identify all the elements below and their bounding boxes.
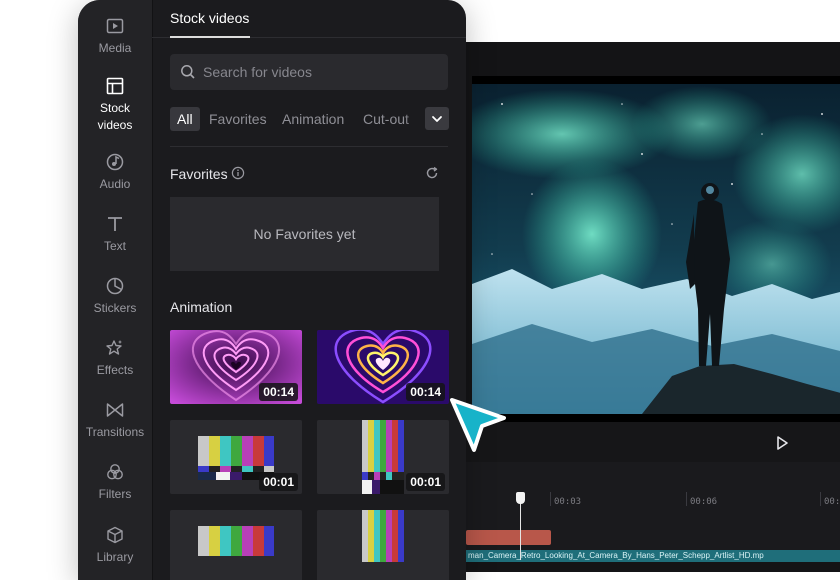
text-icon [108, 217, 122, 231]
rail-item-stock-videos[interactable]: Stock videos [78, 76, 152, 134]
rail-label: Transitions [85, 425, 145, 439]
animation-clip[interactable]: 00:14 [317, 330, 449, 404]
audio-icon [106, 153, 124, 171]
divider [170, 146, 448, 147]
ruler-tick [686, 492, 687, 506]
transitions-icon [106, 403, 124, 417]
animation-clip[interactable]: 00:01 [170, 420, 302, 494]
color-bars-vertical-thumbnail [317, 510, 449, 580]
more-categories-button[interactable] [425, 107, 449, 130]
refresh-icon[interactable] [425, 166, 439, 180]
playhead-line [520, 500, 521, 560]
stickers-icon [106, 277, 124, 295]
animation-clip[interactable] [317, 510, 449, 580]
animation-clip[interactable] [170, 510, 302, 580]
color-bars-thumbnail [170, 510, 302, 580]
rail-label: Media [98, 41, 132, 55]
animation-clip[interactable]: 00:14 [170, 330, 302, 404]
animation-heading: Animation [170, 299, 233, 315]
rail-item-media[interactable]: Media [78, 16, 152, 57]
rail-item-stickers[interactable]: Stickers [78, 276, 152, 317]
info-icon[interactable] [231, 166, 245, 180]
stock-videos-icon [106, 77, 124, 95]
stock-videos-window: Media Stock videos Audio Text Stickers E… [78, 0, 466, 580]
favorites-heading: Favorites [170, 166, 228, 182]
media-icon [106, 18, 124, 34]
category-cut-out[interactable]: Cut-out T [363, 107, 409, 131]
animation-clip[interactable]: 00:01 [317, 420, 449, 494]
category-animation[interactable]: Animation [282, 107, 344, 131]
rail-item-audio[interactable]: Audio [78, 152, 152, 193]
rail-label: Library [96, 550, 134, 564]
ruler-label: 00:0 [824, 497, 840, 507]
active-tab-indicator [170, 36, 250, 38]
rail-label: Effects [96, 363, 134, 377]
rail-label: Text [103, 239, 126, 253]
category-all[interactable]: All [170, 107, 200, 131]
chevron-down-icon [432, 116, 442, 122]
rail-label: Stickers [93, 301, 137, 315]
filters-icon [107, 464, 123, 480]
rail-item-transitions[interactable]: Transitions [78, 400, 152, 441]
clip-duration: 00:01 [259, 473, 298, 491]
rail-item-text[interactable]: Text [78, 214, 152, 255]
audio-clip[interactable] [466, 530, 551, 545]
rail-item-filters[interactable]: Filters [78, 462, 152, 503]
aurora-preview-frame [472, 84, 840, 414]
rail-label: Audio [99, 177, 131, 191]
timeline[interactable] [440, 462, 840, 560]
clip-duration: 00:01 [406, 473, 445, 491]
ruler-tick [820, 492, 821, 506]
chips-fade [404, 105, 426, 133]
library-icon [107, 526, 123, 544]
rail-label: videos [97, 118, 133, 132]
rail-label: Stock [99, 101, 130, 115]
rail-item-effects[interactable]: Effects [78, 338, 152, 379]
panel-title: Stock videos [170, 10, 250, 26]
clip-duration: 00:14 [259, 383, 298, 401]
clip-duration: 00:14 [406, 383, 445, 401]
video-clip[interactable]: man_Camera_Retro_Looking_At_Camera_By_Ha… [466, 550, 840, 562]
ruler-label: 00:03 [554, 497, 582, 507]
search-icon [181, 65, 195, 79]
cursor-pointer-icon [450, 398, 506, 452]
ruler-label: 00:06 [690, 497, 718, 507]
category-favorites[interactable]: Favorites [209, 107, 267, 131]
search-input[interactable] [170, 54, 448, 90]
ruler-tick [550, 492, 551, 506]
rail-label: Filters [98, 487, 132, 501]
tool-rail: Media Stock videos Audio Text Stickers E… [78, 0, 153, 580]
effects-icon [106, 340, 122, 355]
favorites-empty-state: No Favorites yet [170, 197, 439, 271]
playhead-handle[interactable] [516, 492, 525, 504]
play-icon[interactable] [774, 434, 790, 452]
